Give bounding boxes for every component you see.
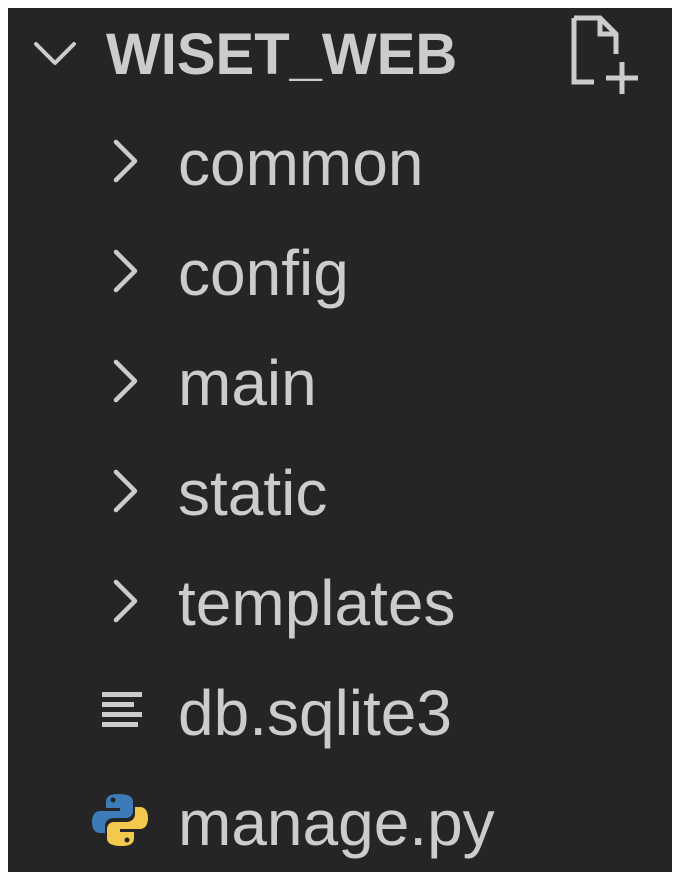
file-item-db-sqlite3[interactable]: db.sqlite3	[8, 658, 672, 768]
file-label: db.sqlite3	[178, 677, 452, 749]
folder-label: config	[178, 237, 349, 309]
folder-item-common[interactable]: common	[8, 108, 672, 218]
folder-item-static[interactable]: static	[8, 438, 672, 548]
folder-item-templates[interactable]: templates	[8, 548, 672, 658]
database-file-icon	[102, 692, 142, 727]
folder-label: main	[178, 347, 317, 419]
chevron-right-icon	[113, 359, 138, 403]
folder-title: WISET_WEB	[106, 22, 458, 87]
explorer-folder-header[interactable]: WISET_WEB	[8, 8, 672, 108]
python-icon	[92, 794, 148, 846]
chevron-down-icon[interactable]	[30, 34, 80, 74]
chevron-right-icon	[113, 249, 138, 293]
chevron-right-icon	[113, 139, 138, 183]
folder-label: static	[178, 457, 328, 529]
folder-item-config[interactable]: config	[8, 218, 672, 328]
explorer-panel: WISET_WEB common config main static temp…	[8, 8, 672, 872]
chevron-right-icon	[113, 469, 138, 513]
folder-label: common	[178, 127, 424, 199]
folder-label: templates	[178, 567, 456, 639]
file-label: manage.py	[178, 787, 495, 859]
chevron-right-icon	[113, 579, 138, 623]
new-file-icon[interactable]	[560, 12, 646, 98]
folder-item-main[interactable]: main	[8, 328, 672, 438]
file-item-manage-py[interactable]: manage.py	[8, 768, 672, 872]
